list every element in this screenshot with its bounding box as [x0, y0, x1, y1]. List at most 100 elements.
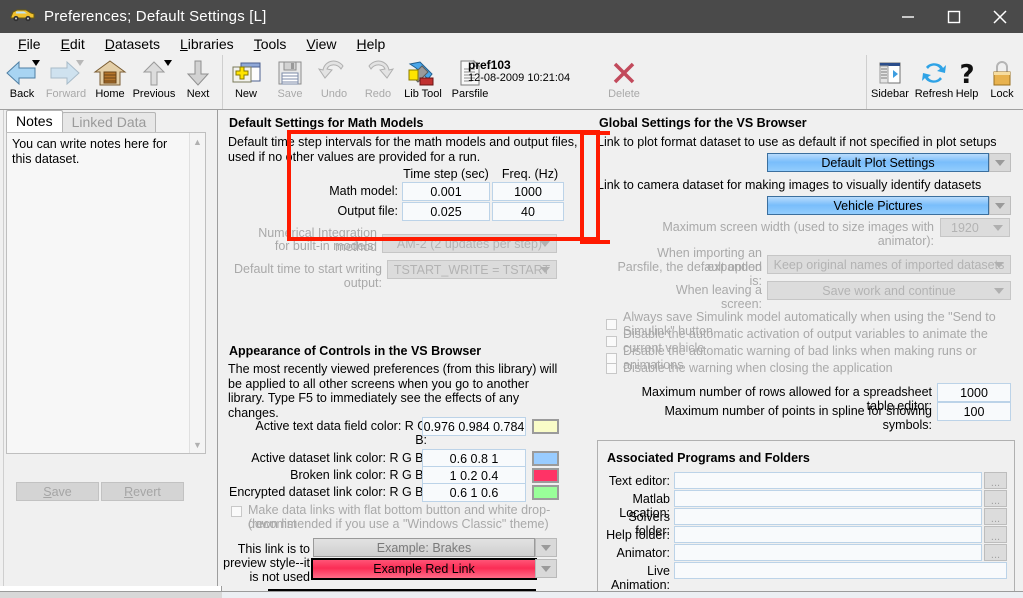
toolbar-next-label: Next: [186, 88, 210, 100]
animator-browse-button[interactable]: ...: [984, 544, 1007, 561]
tstart-value: TSTART_WRITE = TSTART: [393, 262, 551, 277]
menu-libraries[interactable]: Libraries: [170, 36, 244, 52]
encrypted-link-color-swatch[interactable]: [532, 485, 559, 500]
help-folder-label: Help folder:: [606, 528, 670, 542]
toolbar-forward-button[interactable]: Forward: [44, 57, 88, 107]
leaving-screen-value: Save work and continue: [822, 283, 956, 298]
vehicle-pictures-dropdown[interactable]: [989, 196, 1011, 215]
maximize-button[interactable]: [931, 0, 977, 33]
toolbar-sidebar-button[interactable]: Sidebar: [868, 57, 912, 107]
help-folder-browse-button[interactable]: ...: [984, 526, 1007, 543]
matlab-location-input[interactable]: [674, 490, 982, 507]
broken-link-color-swatch[interactable]: [532, 468, 559, 483]
text-editor-browse-button[interactable]: ...: [984, 472, 1007, 489]
integration-method-label-line2: for built-in models:: [274, 239, 377, 253]
toolbar-delete-label: Delete: [608, 88, 640, 100]
menu-tools[interactable]: Tools: [244, 36, 297, 52]
close-button[interactable]: [977, 0, 1023, 33]
disable-close-warning-checkbox[interactable]: [606, 362, 617, 374]
max-screen-width-select[interactable]: 1920: [940, 218, 1010, 237]
chevron-down-icon: [540, 240, 550, 247]
up-arrow-icon: [134, 57, 174, 89]
toolbar-libtool-label: Lib Tool: [404, 88, 442, 100]
active-text-color-swatch[interactable]: [532, 419, 559, 434]
window-controls: [885, 0, 1023, 33]
padlock-icon: [982, 57, 1022, 89]
import-option-select[interactable]: Keep original names of imported datasets: [767, 255, 1011, 274]
minimize-button[interactable]: [885, 0, 931, 33]
toolbar-libtool-button[interactable]: Lib Tool: [398, 57, 448, 107]
live-animation-input[interactable]: [674, 562, 1007, 579]
disable-close-warning-checkbox-row[interactable]: Disable the warning when closing the app…: [606, 361, 893, 375]
max-spline-points-input[interactable]: 100: [937, 402, 1011, 421]
solvers-folder-input[interactable]: [674, 508, 982, 525]
toolbar-previous-button[interactable]: Previous: [132, 57, 176, 107]
matlab-location-browse-button[interactable]: ...: [984, 490, 1007, 507]
vehicle-pictures-link[interactable]: Vehicle Pictures: [767, 196, 989, 215]
preview-red-link-dropdown[interactable]: [535, 559, 557, 578]
broken-link-color-label: Broken link color: R G B:: [290, 468, 427, 482]
toolbar-new-button[interactable]: New: [224, 57, 268, 107]
output-file-timestep-input[interactable]: 0.025: [402, 202, 490, 221]
preview-disabled-link-dropdown[interactable]: [535, 538, 557, 557]
text-editor-input[interactable]: [674, 472, 982, 489]
home-icon: [90, 57, 130, 89]
toolbar-sidebar-label: Sidebar: [871, 88, 909, 100]
toolbar-lock-button[interactable]: Lock: [984, 57, 1020, 107]
menu-bar: File Edit Datasets Libraries Tools View …: [0, 33, 1023, 56]
max-spline-points-label: Maximum number of points in spline for s…: [664, 404, 932, 432]
timestep-column-header: Time step (sec): [403, 167, 489, 181]
window-title: Preferences; Default Settings [L]: [44, 8, 267, 25]
preview-disabled-link-button[interactable]: Example: Brakes: [313, 538, 535, 557]
toolbar-save-button[interactable]: Save: [268, 57, 312, 107]
menu-view[interactable]: View: [296, 36, 346, 52]
max-rows-input[interactable]: 1000: [937, 383, 1011, 402]
notes-textarea[interactable]: You can write notes here for this datase…: [6, 132, 206, 454]
left-panel-edge: [0, 110, 4, 597]
scroll-down-icon[interactable]: ▼: [190, 437, 205, 452]
back-arrow-icon: [2, 57, 42, 89]
chevron-down-icon: [994, 261, 1004, 268]
default-plot-settings-link[interactable]: Default Plot Settings: [767, 153, 989, 172]
solvers-folder-browse-button[interactable]: ...: [984, 508, 1007, 525]
tstart-select[interactable]: TSTART_WRITE = TSTART: [387, 260, 557, 279]
toolbar-help-button[interactable]: ? Help: [950, 57, 984, 107]
left-panel: Notes Linked Data You can write notes he…: [0, 110, 218, 597]
menu-datasets[interactable]: Datasets: [95, 36, 170, 52]
integration-method-value: AM-2 (2 updates per step): [396, 236, 543, 251]
toolbar-redo-button[interactable]: Redo: [356, 57, 400, 107]
toolbar-undo-button[interactable]: Undo: [312, 57, 356, 107]
leaving-screen-select[interactable]: Save work and continue: [767, 281, 1011, 300]
toolbar-delete-button[interactable]: Delete: [602, 57, 646, 107]
scroll-up-icon[interactable]: ▲: [190, 134, 205, 149]
help-folder-input[interactable]: [674, 526, 982, 543]
preview-label-line2: preview style--it: [223, 556, 310, 570]
active-text-color-input[interactable]: 0.976 0.984 0.784: [422, 417, 526, 436]
output-file-freq-input[interactable]: 40: [492, 202, 564, 221]
tab-notes[interactable]: Notes: [6, 110, 63, 132]
leaving-screen-label: When leaving a screen:: [675, 283, 762, 311]
integration-method-select[interactable]: AM-2 (2 updates per step): [382, 234, 557, 253]
active-link-color-swatch[interactable]: [532, 451, 559, 466]
default-plot-settings-dropdown[interactable]: [989, 153, 1011, 172]
notes-save-button[interactable]: Save: [16, 482, 99, 501]
freq-column-header: Freq. (Hz): [501, 167, 559, 181]
preview-red-link-button[interactable]: Example Red Link: [311, 558, 537, 580]
toolbar-next-button[interactable]: Next: [176, 57, 220, 107]
tab-linked-data[interactable]: Linked Data: [61, 112, 157, 132]
menu-edit[interactable]: Edit: [51, 36, 95, 52]
menu-file[interactable]: File: [8, 36, 51, 52]
math-model-freq-input[interactable]: 1000: [492, 182, 564, 201]
notes-scrollbar[interactable]: ▲ ▼: [189, 133, 205, 453]
max-screen-width-label: Maximum screen width (used to size image…: [662, 220, 934, 248]
animator-label: Animator:: [616, 546, 671, 560]
toolbar-back-button[interactable]: Back: [0, 57, 44, 107]
notes-revert-button[interactable]: Revert: [101, 482, 184, 501]
animator-input[interactable]: [674, 544, 982, 561]
forward-arrow-icon: [46, 57, 86, 89]
math-model-timestep-input[interactable]: 0.001: [402, 182, 490, 201]
menu-help[interactable]: Help: [346, 36, 395, 52]
toolbar-home-button[interactable]: Home: [88, 57, 132, 107]
flat-links-checkbox[interactable]: [231, 506, 242, 517]
encrypted-link-color-input[interactable]: 0.6 1 0.6: [422, 483, 526, 502]
